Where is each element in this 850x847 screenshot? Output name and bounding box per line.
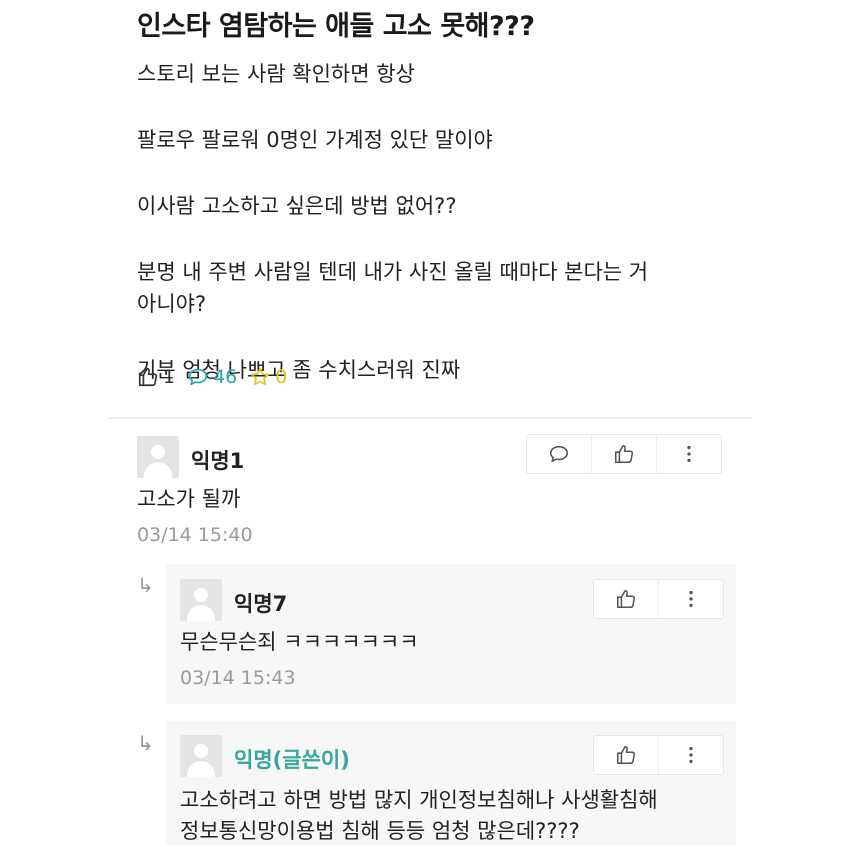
reply-text: 무슨무슨죄 ㅋㅋㅋㅋㅋㅋㅋ bbox=[180, 630, 419, 654]
like-button[interactable] bbox=[594, 736, 658, 774]
post-body: 스토리 보는 사람 확인하면 항상 팔로우 팔로워 0명인 가계정 있단 말이야… bbox=[137, 58, 777, 386]
post-body-line: 이사람 고소하고 싶은데 방법 없어?? bbox=[137, 194, 457, 218]
more-vertical-icon bbox=[689, 746, 693, 764]
more-button[interactable] bbox=[658, 736, 723, 774]
like-stat[interactable]: 1 bbox=[137, 366, 175, 388]
speech-bubble-icon bbox=[549, 445, 569, 463]
thumbs-up-icon bbox=[138, 367, 158, 387]
speech-bubble-icon bbox=[189, 368, 208, 386]
like-count: 1 bbox=[163, 366, 176, 388]
thumbs-up-icon bbox=[614, 444, 634, 464]
comment-author: 익명1 bbox=[191, 449, 245, 473]
avatar bbox=[180, 735, 222, 777]
more-button[interactable] bbox=[656, 435, 721, 473]
comment-actions bbox=[526, 434, 722, 474]
reply-author: 익명7 bbox=[234, 592, 288, 616]
reply-text-line: 정보통신망이용법 침해 등등 엄청 많은데???? bbox=[180, 819, 580, 843]
scrap-stat[interactable]: 0 bbox=[249, 366, 287, 388]
post-body-line: 스토리 보는 사람 확인하면 항상 bbox=[137, 62, 415, 86]
post-stats: 1 46 0 bbox=[137, 366, 299, 388]
more-vertical-icon bbox=[689, 590, 693, 608]
reply-actions bbox=[593, 579, 724, 619]
comment-text: 고소가 될까 bbox=[137, 487, 241, 511]
thumbs-up-icon bbox=[616, 745, 636, 765]
reply-text-line: 고소하려고 하면 방법 많지 개인정보침해나 사생활침해 bbox=[180, 788, 658, 812]
post-title: 인스타 염탐하는 애들 고소 못해??? bbox=[137, 11, 535, 42]
like-button[interactable] bbox=[594, 580, 658, 618]
star-icon bbox=[251, 367, 270, 386]
avatar bbox=[180, 579, 222, 621]
divider bbox=[107, 417, 752, 419]
reply-button[interactable] bbox=[527, 435, 591, 473]
scrap-count: 0 bbox=[275, 366, 288, 388]
comment-stat[interactable]: 46 bbox=[187, 366, 237, 388]
reply-arrow-icon: ↳ bbox=[137, 731, 154, 755]
more-vertical-icon bbox=[687, 445, 691, 463]
thumbs-up-icon bbox=[616, 589, 636, 609]
reply-author: 익명(글쓴이) bbox=[234, 748, 350, 772]
post-body-line: 팔로우 팔로워 0명인 가계정 있단 말이야 bbox=[137, 128, 493, 152]
comment-count: 46 bbox=[213, 366, 238, 388]
post-body-line: 분명 내 주변 사람일 텐데 내가 사진 올릴 때마다 본다는 거 bbox=[137, 260, 649, 284]
more-button[interactable] bbox=[658, 580, 723, 618]
reply-arrow-icon: ↳ bbox=[137, 573, 154, 597]
reply-time: 03/14 15:43 bbox=[180, 667, 296, 689]
reply-actions bbox=[593, 735, 724, 775]
avatar bbox=[137, 436, 179, 478]
comment-time: 03/14 15:40 bbox=[137, 524, 253, 546]
post-body-line: 아니야? bbox=[137, 292, 207, 316]
like-button[interactable] bbox=[591, 435, 656, 473]
